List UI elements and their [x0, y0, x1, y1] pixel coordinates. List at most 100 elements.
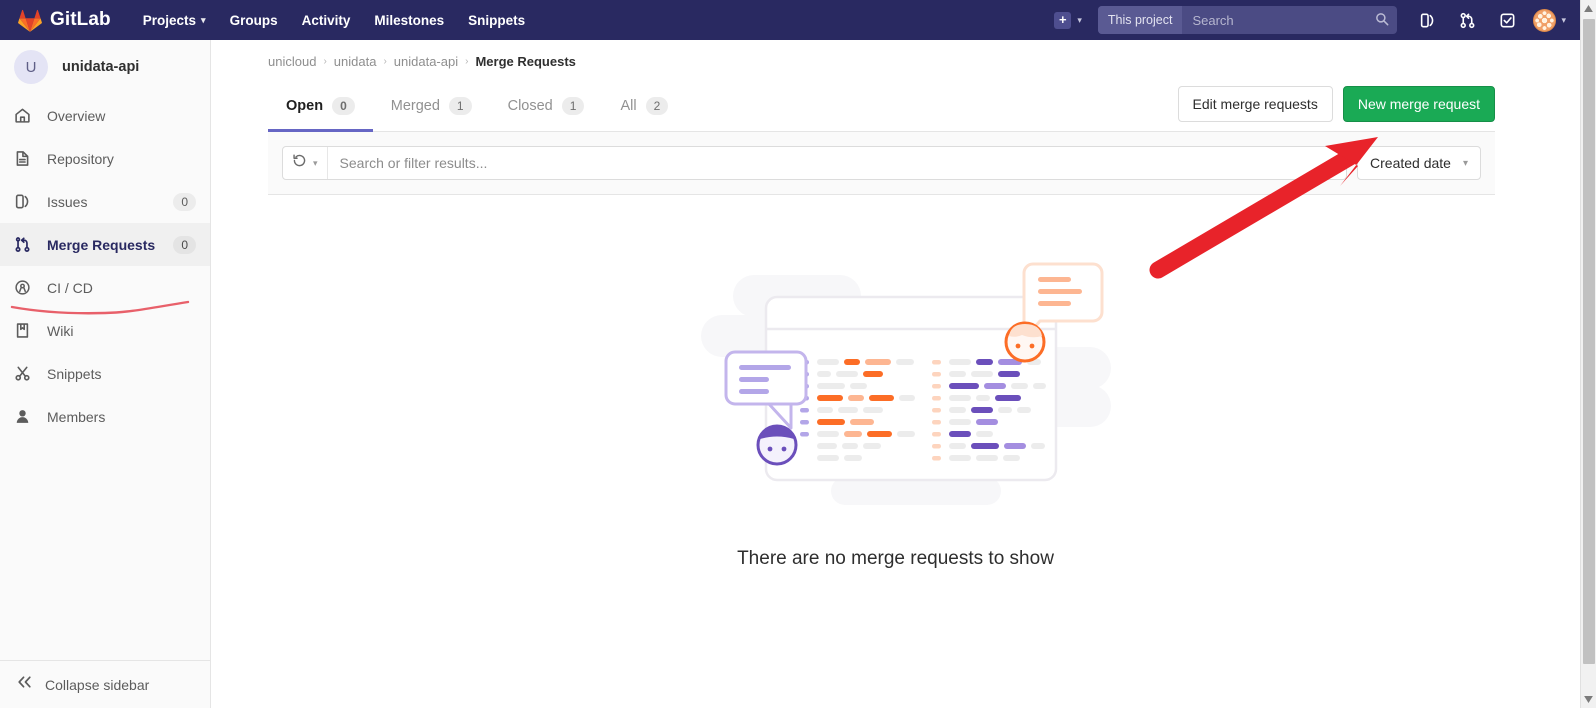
create-new-button[interactable]: + ▾ — [1044, 0, 1092, 40]
breadcrumb-item-unidata-api[interactable]: unidata-api — [394, 54, 458, 69]
sort-dropdown[interactable]: Created date ▾ — [1357, 146, 1481, 180]
empty-state: There are no merge requests to show — [211, 255, 1580, 570]
collapse-sidebar-label: Collapse sidebar — [45, 676, 150, 693]
double-chevron-left-icon — [16, 675, 33, 694]
search-field-wrapper — [1182, 6, 1398, 34]
project-header[interactable]: U unidata-api — [0, 40, 210, 94]
sidebar-nav-list: Overview Repository Issues 0 Merge Reque… — [0, 94, 210, 438]
project-sidebar: U unidata-api Overview Repository Issues… — [0, 40, 211, 708]
nav-link-groups[interactable]: Groups — [218, 0, 290, 40]
nav-link-activity-label: Activity — [301, 12, 351, 28]
sidebar-item-members[interactable]: Members — [0, 395, 210, 438]
sidebar-item-issues-count: 0 — [173, 192, 196, 211]
breadcrumb: unicloud › unidata › unidata-api › Merge… — [211, 40, 1580, 69]
tab-open-count: 0 — [332, 96, 355, 115]
main-nav-links: Projects ▾ Groups Activity Milestones Sn… — [131, 0, 537, 40]
breadcrumb-separator-icon: › — [465, 56, 469, 67]
state-tabs-row: Open 0 Merged 1 Closed 1 All 2 Edit merg… — [268, 83, 1495, 132]
breadcrumb-item-unidata[interactable]: unidata — [334, 54, 377, 69]
main-content: unicloud › unidata › unidata-api › Merge… — [211, 40, 1580, 708]
plus-icon: + — [1054, 11, 1072, 29]
nav-link-snippets-label: Snippets — [468, 12, 526, 28]
chevron-down-icon: ▾ — [1462, 157, 1468, 169]
scissors-icon — [14, 365, 34, 382]
sidebar-item-overview[interactable]: Overview — [0, 94, 210, 137]
tab-actions: Edit merge requests New merge request — [1177, 86, 1495, 131]
sidebar-item-issues-label: Issues — [47, 193, 88, 210]
sidebar-item-wiki-label: Wiki — [47, 322, 74, 339]
edit-merge-requests-button[interactable]: Edit merge requests — [1177, 86, 1333, 122]
chevron-down-icon: ▾ — [201, 14, 206, 25]
tab-open-label: Open — [286, 97, 324, 114]
breadcrumb-item-unicloud[interactable]: unicloud — [268, 54, 316, 69]
issues-icon — [14, 193, 34, 210]
book-icon — [14, 322, 34, 339]
nav-link-groups-label: Groups — [229, 12, 278, 28]
new-merge-request-button[interactable]: New merge request — [1342, 86, 1495, 122]
document-icon — [14, 150, 34, 167]
brand-label: GitLab — [50, 9, 111, 30]
gitlab-home-link[interactable]: GitLab — [0, 0, 121, 40]
chevron-down-icon: ▾ — [1561, 14, 1566, 25]
nav-link-projects-label: Projects — [142, 12, 197, 28]
nav-link-projects[interactable]: Projects ▾ — [131, 0, 218, 40]
tab-closed[interactable]: Closed 1 — [490, 83, 603, 132]
tab-open[interactable]: Open 0 — [268, 83, 373, 132]
chevron-down-icon: ▾ — [1077, 14, 1082, 25]
navbar-todos-button[interactable] — [1487, 0, 1527, 40]
global-search: This project — [1097, 6, 1398, 34]
breadcrumb-separator-icon: › — [323, 56, 327, 67]
rocket-icon — [14, 279, 34, 296]
sidebar-item-merge-requests-label: Merge Requests — [47, 236, 156, 253]
state-tabs: Open 0 Merged 1 Closed 1 All 2 — [268, 82, 686, 132]
collapse-sidebar-button[interactable]: Collapse sidebar — [0, 660, 210, 708]
scroll-down-arrow-icon[interactable] — [1581, 691, 1596, 708]
sidebar-item-members-label: Members — [47, 408, 106, 425]
user-icon — [14, 408, 34, 425]
home-icon — [14, 107, 34, 124]
vertical-scrollbar[interactable] — [1580, 0, 1596, 708]
project-name: unidata-api — [62, 59, 140, 75]
nav-link-milestones-label: Milestones — [374, 12, 445, 28]
history-icon — [292, 153, 307, 173]
scroll-up-arrow-icon[interactable] — [1581, 0, 1596, 17]
search-scope-button[interactable]: This project — [1097, 6, 1183, 34]
sidebar-item-merge-requests-count: 0 — [173, 235, 196, 254]
navbar-merge-requests-button[interactable] — [1447, 0, 1487, 40]
gitlab-merge-requests-page: GitLab Projects ▾ Groups Activity Milest… — [0, 0, 1596, 708]
nav-link-milestones[interactable]: Milestones — [362, 0, 456, 40]
recent-searches-button[interactable]: ▾ — [283, 147, 328, 179]
sidebar-item-snippets-label: Snippets — [47, 365, 102, 382]
sidebar-item-wiki[interactable]: Wiki — [0, 309, 210, 352]
tab-all[interactable]: All 2 — [602, 83, 686, 132]
avatar — [1533, 8, 1557, 32]
scrollbar-thumb[interactable] — [1583, 19, 1595, 664]
tab-closed-count: 1 — [561, 96, 585, 115]
filter-bar: ▾ Created date ▾ — [268, 132, 1495, 195]
merge-requests-empty-illustration — [681, 255, 1111, 510]
tab-all-count: 2 — [645, 96, 669, 115]
filter-input-group: ▾ — [282, 146, 1348, 180]
sort-dropdown-label: Created date — [1370, 155, 1451, 171]
sidebar-item-ci-cd-label: CI / CD — [47, 279, 93, 296]
search-or-filter-input[interactable] — [327, 147, 1347, 179]
empty-state-title: There are no merge requests to show — [737, 548, 1054, 569]
sidebar-item-snippets[interactable]: Snippets — [0, 352, 210, 395]
search-input[interactable] — [1182, 6, 1398, 34]
sidebar-item-ci-cd[interactable]: CI / CD — [0, 266, 210, 309]
nav-link-activity[interactable]: Activity — [290, 0, 363, 40]
tab-merged[interactable]: Merged 1 — [373, 83, 490, 132]
breadcrumb-item-merge-requests: Merge Requests — [475, 54, 576, 69]
sidebar-item-issues[interactable]: Issues 0 — [0, 180, 210, 223]
gitlab-logo-icon — [18, 9, 42, 32]
nav-link-snippets[interactable]: Snippets — [456, 0, 537, 40]
user-menu-button[interactable]: ▾ — [1527, 8, 1566, 32]
chevron-down-icon: ▾ — [313, 157, 318, 168]
navbar-issues-button[interactable] — [1407, 0, 1447, 40]
top-navbar: GitLab Projects ▾ Groups Activity Milest… — [0, 0, 1580, 40]
sidebar-item-repository[interactable]: Repository — [0, 137, 210, 180]
sidebar-item-merge-requests[interactable]: Merge Requests 0 — [0, 223, 210, 266]
breadcrumb-separator-icon: › — [383, 56, 387, 67]
search-icon[interactable] — [1375, 12, 1389, 31]
project-avatar: U — [14, 50, 48, 84]
